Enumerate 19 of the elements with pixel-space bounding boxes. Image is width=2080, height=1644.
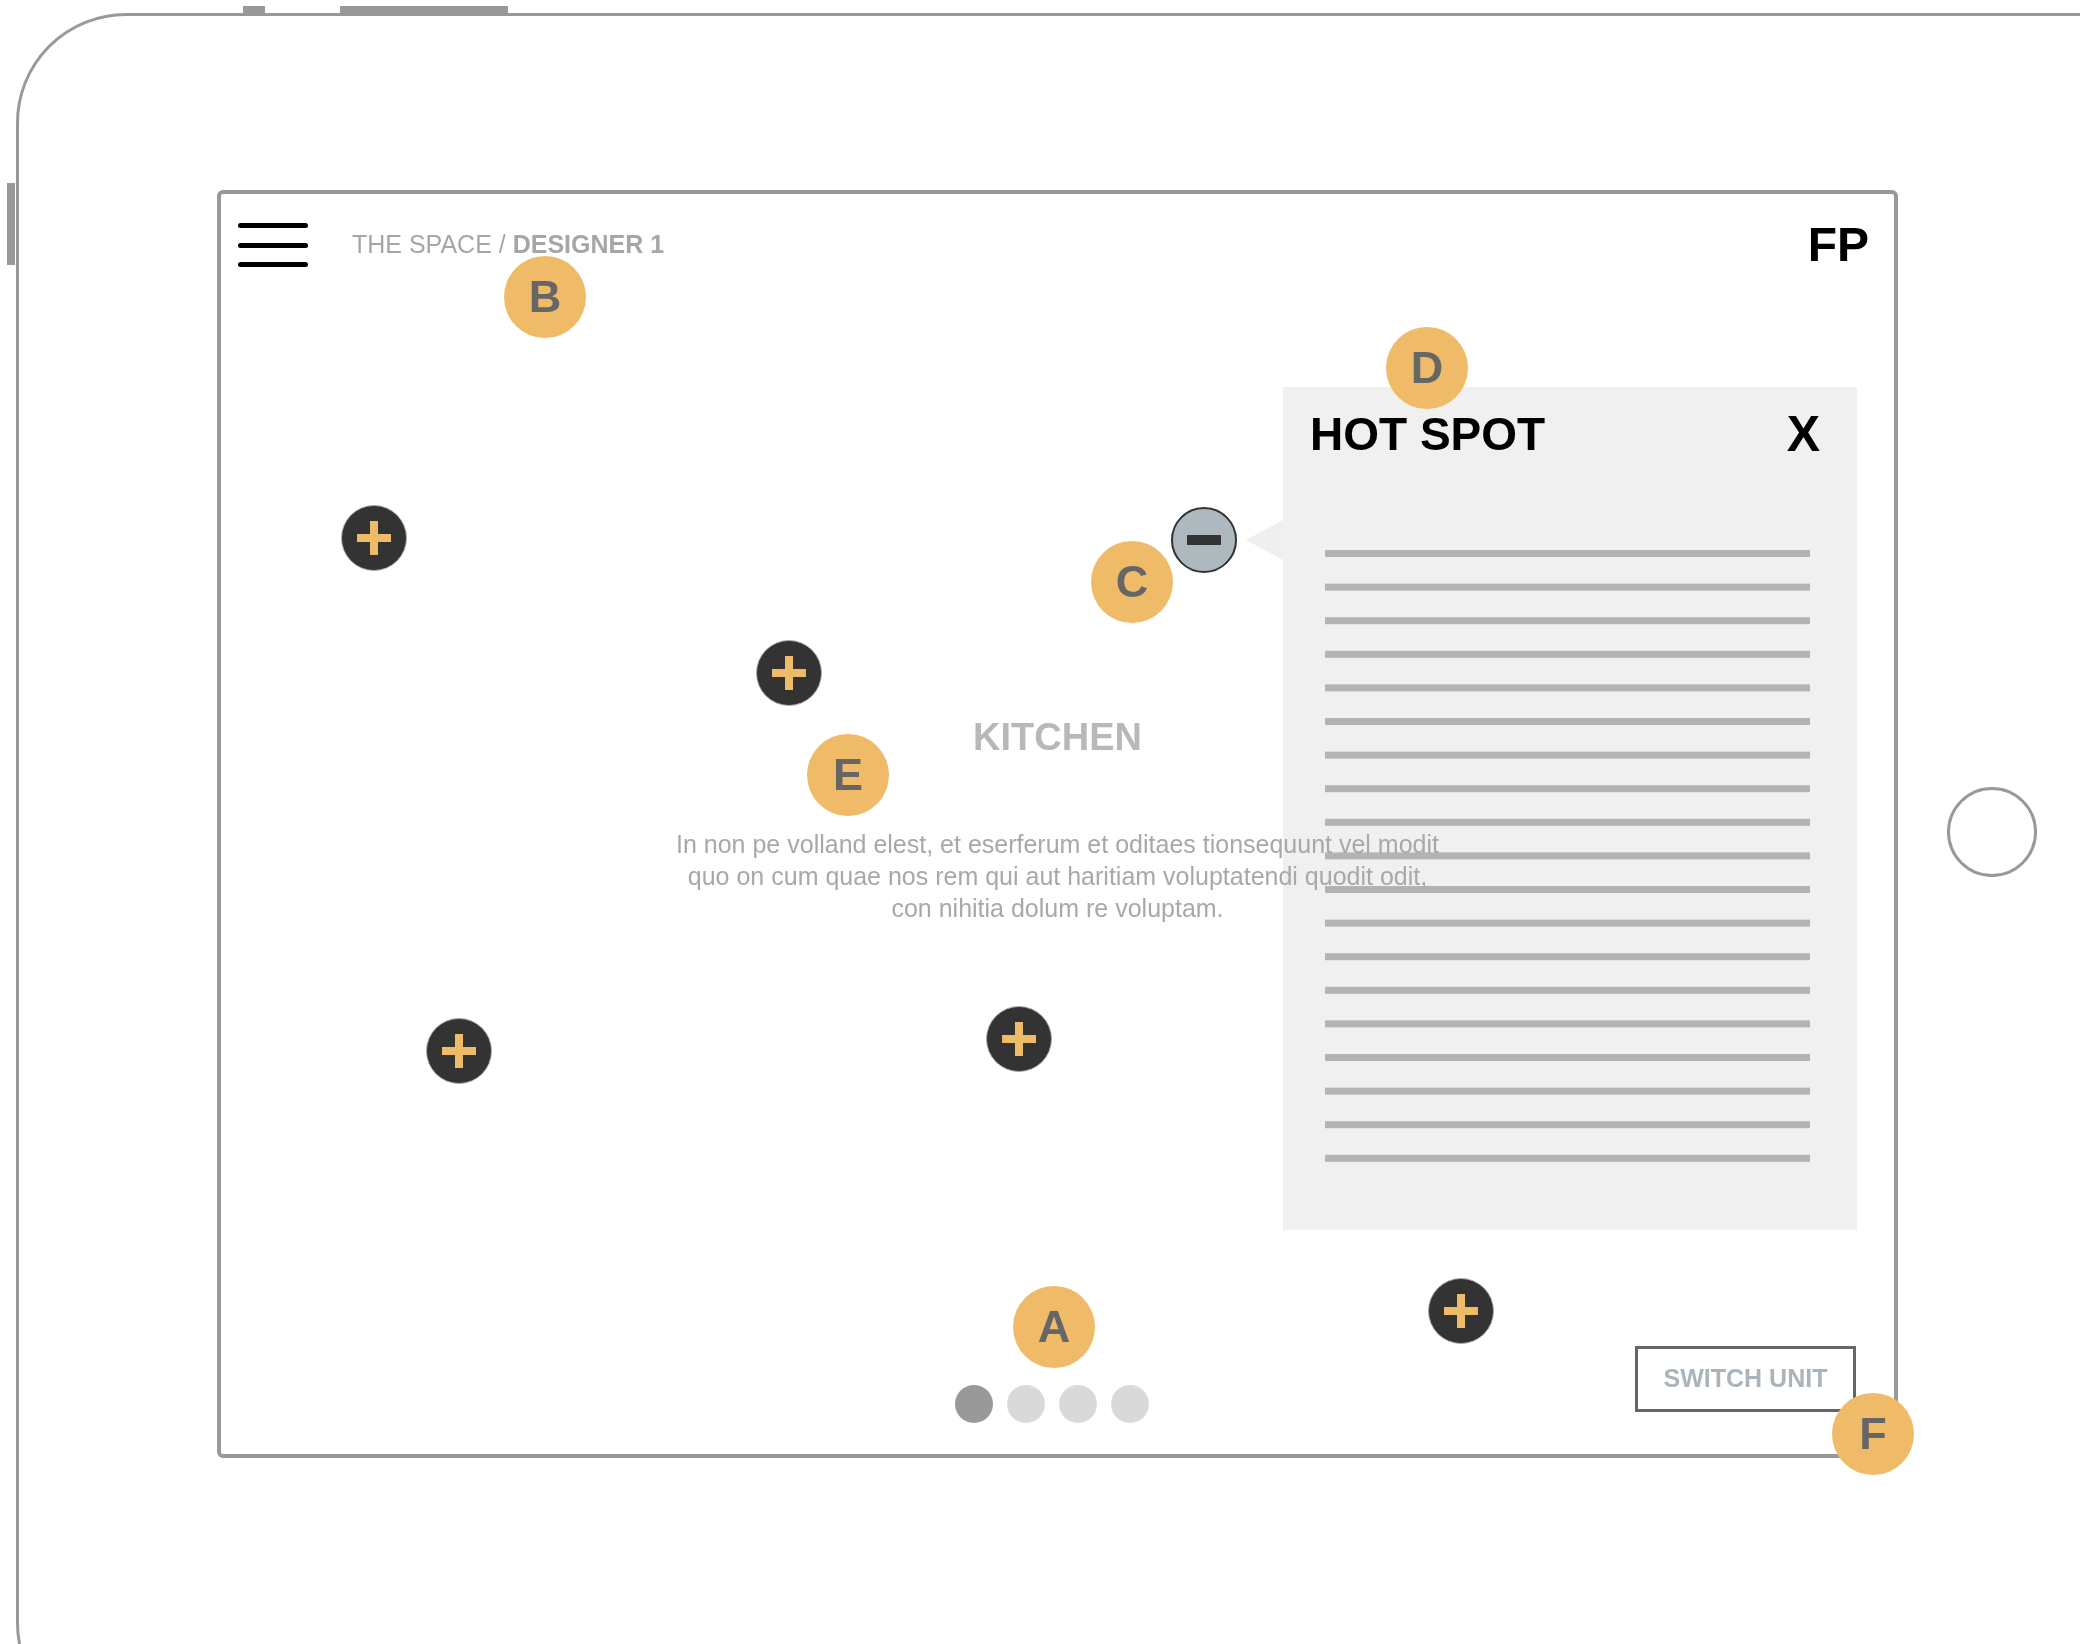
plus-icon [357, 521, 391, 555]
plus-icon [1444, 1294, 1478, 1328]
annotation-marker: C [1091, 541, 1173, 623]
plus-icon [772, 656, 806, 690]
annotation-marker: E [807, 734, 889, 816]
room-title: KITCHEN [973, 718, 1142, 756]
annotation-marker: D [1386, 327, 1468, 409]
annotation-marker: F [1832, 1393, 1914, 1475]
plus-icon [1002, 1022, 1036, 1056]
logo-text: FP [1807, 221, 1869, 269]
minus-icon [1187, 535, 1221, 545]
plus-icon [442, 1034, 476, 1068]
panel-title: HOT SPOT [1310, 411, 1546, 457]
room-description: In non pe volland elest, et eserferum et oditaes tionsequunt vel modit quo on cum quae nos rem qui aut haritiam voluptatendi quodit odit, con nihitia dolum re voluptam. [675, 829, 1440, 924]
menu-icon[interactable] [238, 223, 308, 267]
annotation-marker: B [504, 256, 586, 338]
home-button[interactable] [1947, 787, 2037, 877]
close-button[interactable]: X [1786, 409, 1820, 459]
annotation-marker: A [1013, 1286, 1095, 1368]
